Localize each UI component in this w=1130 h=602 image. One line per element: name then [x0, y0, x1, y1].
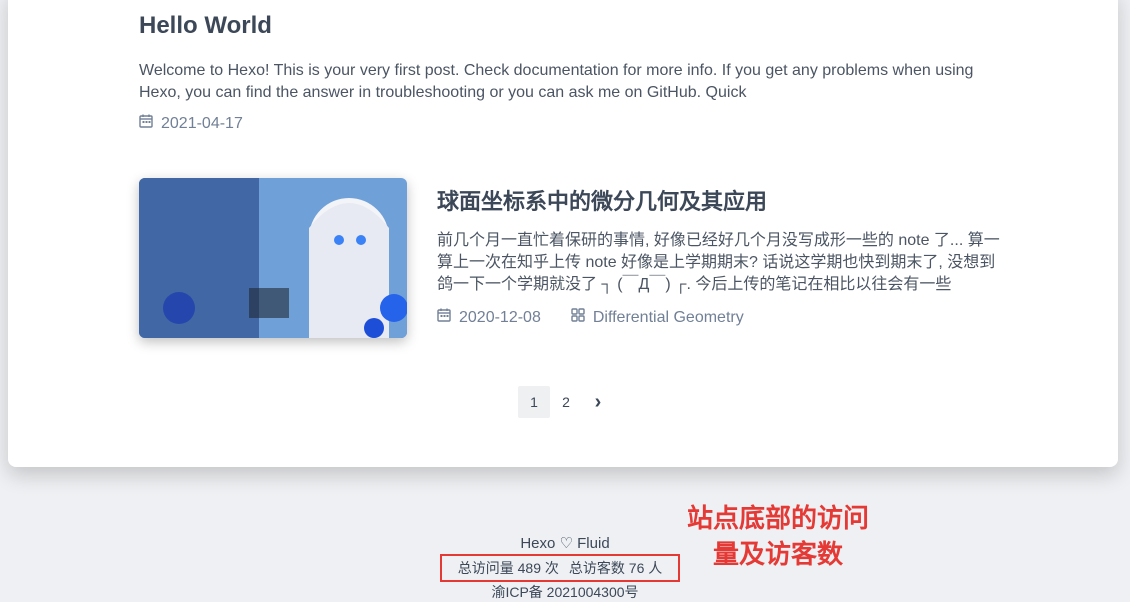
icp-record[interactable]: 渝ICP备 2021004300号 — [0, 582, 1130, 602]
total-visits: 总访问量 489 次 — [457, 560, 559, 576]
calendar-icon — [437, 308, 451, 327]
post-item: 球面坐标系中的微分几何及其应用 前几个月一直忙着保研的事情, 好像已经好几个月没… — [139, 178, 1009, 338]
post-thumbnail[interactable] — [139, 178, 407, 338]
post-date: 2021-04-17 — [161, 114, 243, 132]
next-page-button[interactable]: › — [582, 386, 614, 418]
footer-powered[interactable]: Hexo ♡ Fluid — [0, 534, 1130, 552]
category-icon — [571, 308, 585, 327]
post-item: Hello World Welcome to Hexo! This is you… — [139, 10, 1009, 133]
page-1-button[interactable]: 1 — [518, 386, 550, 418]
main-card: Hello World Welcome to Hexo! This is you… — [8, 0, 1118, 467]
annotation-line-1: 站点底部的访问 — [686, 503, 869, 533]
post-date: 2020-12-08 — [459, 308, 541, 326]
visit-stats-box: 总访问量 489 次 总访客数 76 人 — [440, 554, 680, 582]
annotation-line-2: 量及访客数 — [712, 539, 843, 569]
page-2-button[interactable]: 2 — [550, 386, 582, 418]
pagination: 1 2 › — [518, 386, 614, 418]
annotation-text: 站点底部的访问 量及访客数 — [668, 500, 888, 572]
post-excerpt[interactable]: Welcome to Hexo! This is your very first… — [139, 60, 1009, 104]
post-title[interactable]: Hello World — [139, 10, 1009, 42]
post-meta: 2020-12-08 Differential Geometry — [437, 308, 744, 327]
post-category[interactable]: Differential Geometry — [593, 309, 744, 327]
calendar-icon — [139, 114, 153, 133]
post-title[interactable]: 球面坐标系中的微分几何及其应用 — [437, 186, 767, 218]
post-excerpt[interactable]: 前几个月一直忙着保研的事情, 好像已经好几个月没写成形一些的 note 了...… — [437, 230, 1002, 296]
post-meta: 2021-04-17 — [139, 114, 1009, 133]
total-visitors: 总访客数 76 人 — [568, 560, 663, 576]
